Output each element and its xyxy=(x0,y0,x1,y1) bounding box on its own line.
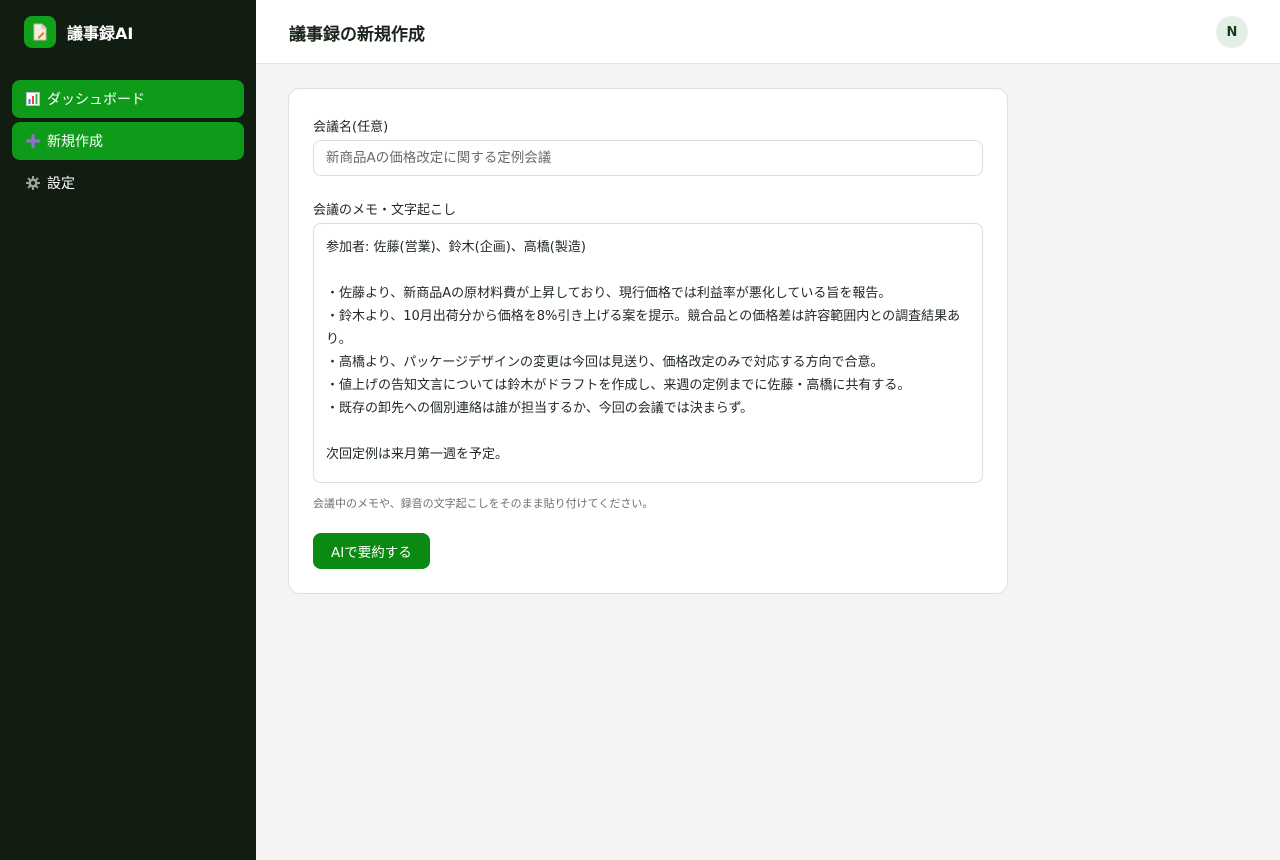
sidebar-item-new[interactable]: 新規作成 xyxy=(12,122,244,160)
summarize-button[interactable]: AIで要約する xyxy=(313,533,430,569)
avatar[interactable]: N xyxy=(1216,16,1248,48)
gear-icon xyxy=(26,176,40,190)
page-title: 議事録の新規作成 xyxy=(289,25,425,45)
sidebar: 議事録AI ダッシュボード 新規作成 設定 xyxy=(0,0,256,860)
sidebar-nav: ダッシュボード 新規作成 設定 xyxy=(12,80,244,206)
sidebar-item-label: 新規作成 xyxy=(47,134,103,150)
plus-icon xyxy=(26,134,40,148)
sidebar-item-label: ダッシュボード xyxy=(47,92,145,108)
document-icon xyxy=(24,16,56,48)
header: 議事録の新規作成 N xyxy=(256,0,1280,64)
meeting-name-input[interactable] xyxy=(313,140,983,176)
memo-label: 会議のメモ・文字起こし xyxy=(313,203,457,218)
new-minutes-form: 会議名(任意) 会議のメモ・文字起こし 参加者: 佐藤(営業)、鈴木(企画)、高… xyxy=(288,88,1008,594)
memo-hint: 会議中のメモや、録音の文字起こしをそのまま貼り付けてください。 xyxy=(313,497,654,510)
meeting-name-label: 会議名(任意) xyxy=(313,120,389,135)
brand[interactable]: 議事録AI xyxy=(24,16,133,48)
app-name: 議事録AI xyxy=(67,24,134,43)
sidebar-item-dashboard[interactable]: ダッシュボード xyxy=(12,80,244,118)
memo-textarea[interactable]: 参加者: 佐藤(営業)、鈴木(企画)、高橋(製造) ・佐藤より、新商品Aの原材料… xyxy=(313,223,983,483)
sidebar-item-label: 設定 xyxy=(47,176,75,192)
bar-chart-icon xyxy=(26,92,40,106)
sidebar-item-settings[interactable]: 設定 xyxy=(12,164,244,202)
